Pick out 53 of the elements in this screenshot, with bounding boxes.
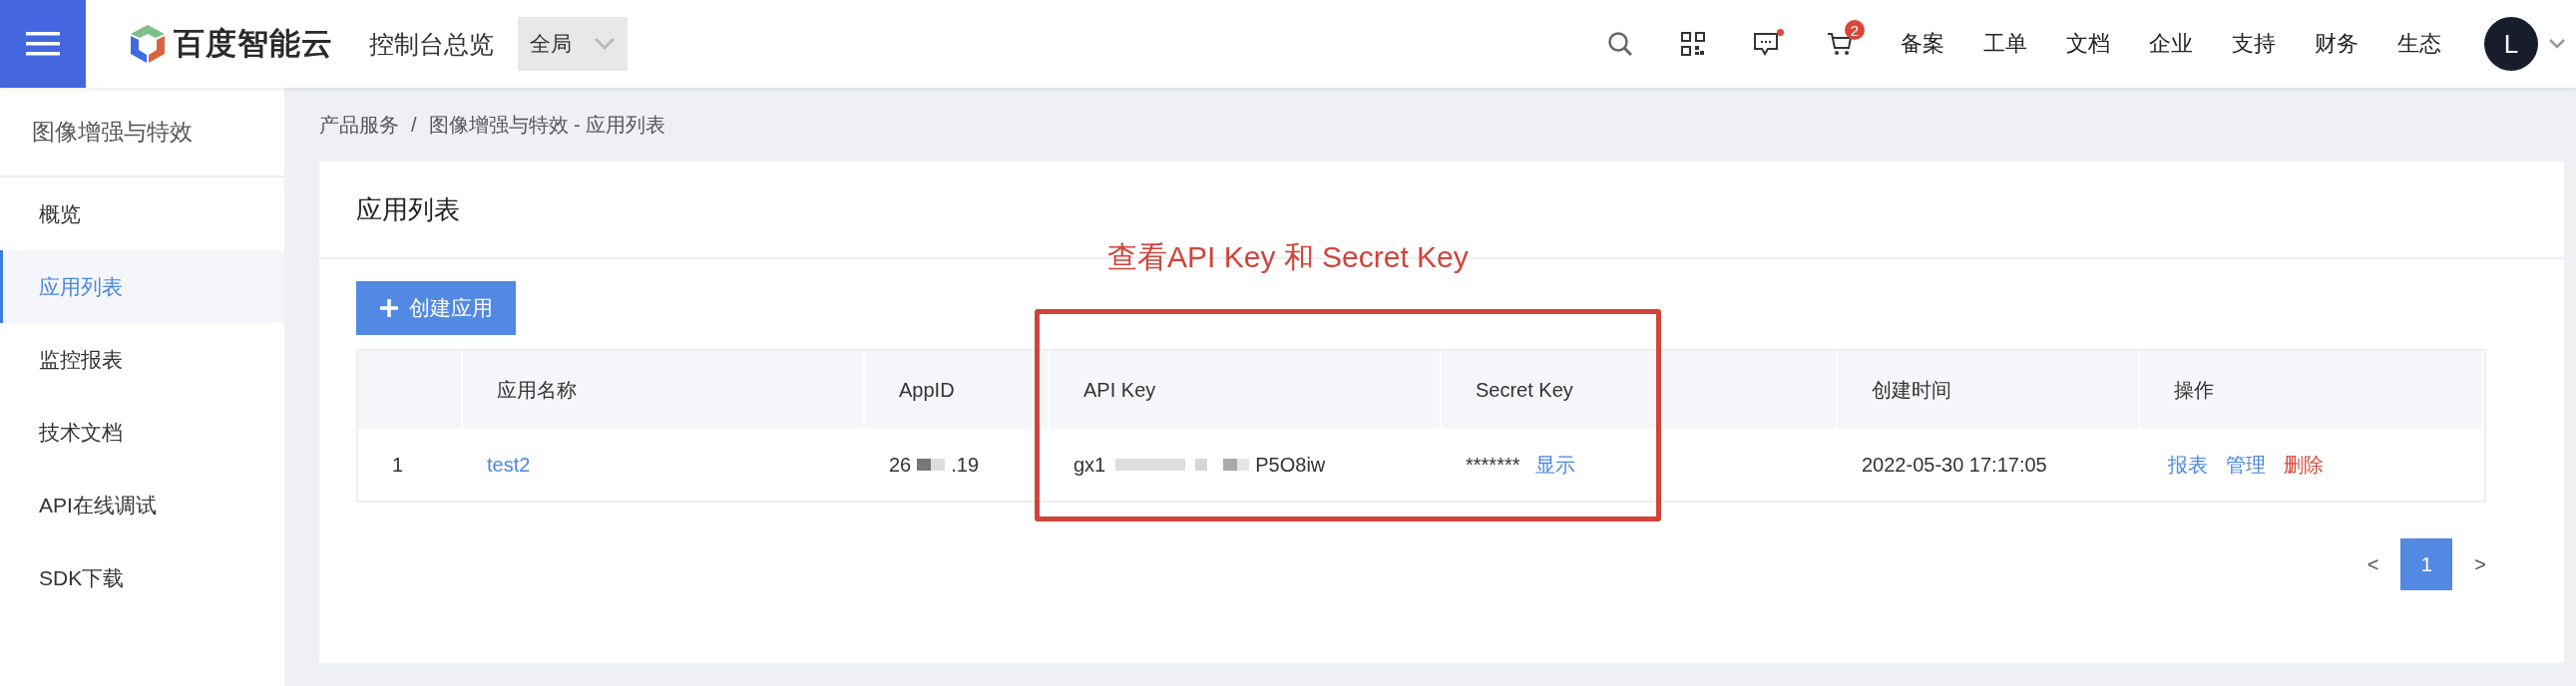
delete-link[interactable]: 删除 <box>2284 451 2324 479</box>
search-icon[interactable] <box>1607 31 1633 57</box>
menu-button[interactable] <box>0 0 86 88</box>
console-title: 控制台总览 <box>369 28 494 60</box>
cart-button[interactable]: 2 <box>1827 20 1865 56</box>
nav-link[interactable]: 企业 <box>2149 29 2193 59</box>
nav-link[interactable]: 文档 <box>2066 29 2110 59</box>
user-avatar[interactable]: L <box>2484 17 2538 71</box>
nav-link[interactable]: 备案 <box>1901 29 1944 59</box>
breadcrumb-separator: / <box>411 113 417 137</box>
chat-bubble-icon <box>1753 32 1779 56</box>
sidebar-item[interactable]: 技术文档 <box>0 396 284 469</box>
chevron-down-icon[interactable] <box>2548 38 2566 50</box>
brand-name: 百度智能云 <box>174 25 333 63</box>
show-link[interactable]: 显示 <box>1535 451 1576 479</box>
api-key: gx1 <box>1073 453 1106 477</box>
column-header: API Key <box>1050 351 1442 429</box>
next-page-button[interactable]: > <box>2474 552 2486 576</box>
cart-icon <box>1827 32 1853 56</box>
qr-code-icon[interactable] <box>1681 32 1705 56</box>
secret-key-mask: ******* <box>1466 453 1520 477</box>
nav-link[interactable]: 工单 <box>1983 29 2027 59</box>
sidebar-item[interactable]: SDK下载 <box>0 541 284 614</box>
nav-link[interactable]: 生态 <box>2397 29 2441 59</box>
column-header: 应用名称 <box>463 351 865 429</box>
app-name-link[interactable]: test2 <box>487 453 531 477</box>
annotation-text: 查看API Key 和 Secret Key <box>1107 239 1469 275</box>
breadcrumb-item[interactable]: 产品服务 <box>319 111 399 139</box>
table-cell-text: 1 <box>391 452 405 478</box>
nav-link[interactable]: 支持 <box>2232 29 2276 59</box>
sidebar-title: 图像增强与特效 <box>0 88 284 177</box>
cube-logo-icon <box>130 24 166 64</box>
column-header: AppID <box>865 351 1050 429</box>
action-link[interactable]: 管理 <box>2226 451 2266 479</box>
action-link[interactable]: 报表 <box>2168 451 2208 479</box>
column-header: Secret Key <box>1442 351 1838 429</box>
column-header: 创建时间 <box>1838 351 2140 429</box>
app-id: .19 <box>951 453 980 477</box>
chevron-down-icon <box>594 37 616 51</box>
sidebar-item[interactable]: API在线调试 <box>0 469 284 541</box>
sidebar-item[interactable]: 概览 <box>0 177 284 250</box>
breadcrumb-item: 图像增强与特效 - 应用列表 <box>428 112 666 138</box>
region-dropdown[interactable]: 全局 <box>518 17 628 71</box>
table-cell-text: 2022-05-30 17:17:05 <box>1861 452 2048 478</box>
menu-icon <box>26 30 60 58</box>
column-header: 操作 <box>2140 351 2484 429</box>
prev-page-button[interactable]: < <box>2366 552 2379 576</box>
nav-link[interactable]: 财务 <box>2315 29 2359 59</box>
app-id: 26 <box>889 453 912 477</box>
cart-count-badge: 2 <box>1845 20 1865 40</box>
api-key: P5O8iw <box>1255 453 1326 477</box>
plus-icon <box>379 298 399 318</box>
sidebar-item[interactable]: 监控报表 <box>0 323 284 396</box>
